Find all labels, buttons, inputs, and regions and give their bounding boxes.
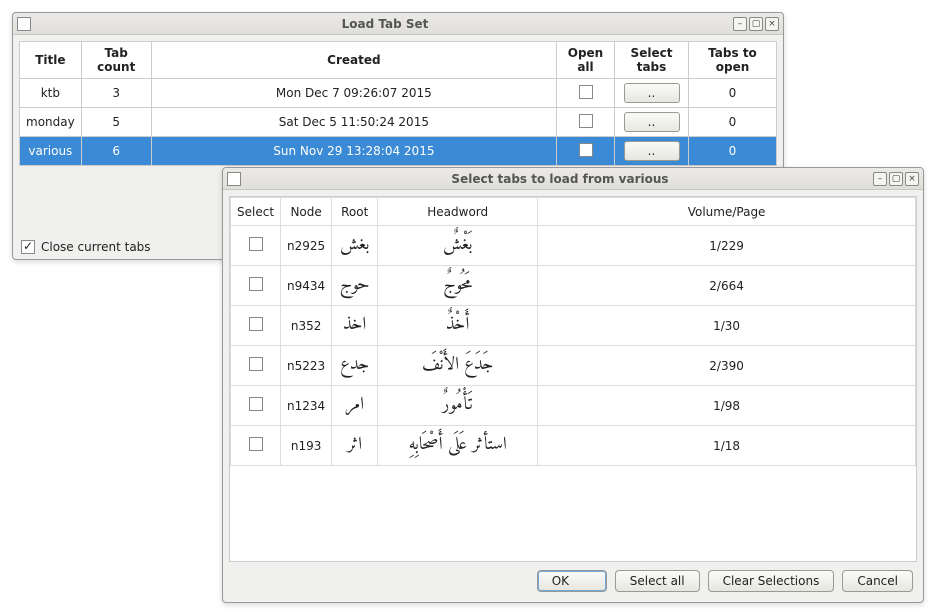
header-title: Title	[20, 42, 82, 79]
cell-node: n5223	[281, 346, 332, 386]
tabs-table: Select Node Root Headword Volume/Page n2…	[230, 197, 916, 466]
select-checkbox[interactable]	[249, 437, 263, 451]
cell-title: monday	[20, 108, 82, 137]
cell-tabs-open: 0	[689, 137, 777, 166]
titlebar: Select tabs to load from various – ▢ ×	[223, 168, 923, 190]
close-tabs-label: Close current tabs	[41, 240, 151, 254]
select-tabs-button[interactable]: ..	[624, 83, 680, 103]
select-checkbox[interactable]	[249, 357, 263, 371]
header-tab-count: Tab count	[81, 42, 151, 79]
cell-node: n193	[281, 426, 332, 466]
cell-node: n1234	[281, 386, 332, 426]
cell-tab-count: 3	[81, 79, 151, 108]
cell-root: اثر	[332, 426, 378, 466]
cell-tabs-open: 0	[689, 79, 777, 108]
header-created: Created	[151, 42, 556, 79]
window-title: Select tabs to load from various	[247, 172, 873, 186]
cell-created: Mon Dec 7 09:26:07 2015	[151, 79, 556, 108]
cell-root: اخذ	[332, 306, 378, 346]
tab-set-table: Title Tab count Created Open all Select …	[19, 41, 777, 166]
cell-root: امر	[332, 386, 378, 426]
table-header-row: Select Node Root Headword Volume/Page	[231, 198, 916, 226]
maximize-button[interactable]: ▢	[749, 17, 763, 31]
clear-button[interactable]: Clear Selections	[708, 570, 835, 592]
cell-headword: جَدَعَ الأَنْفَ	[378, 346, 538, 386]
minimize-button[interactable]: –	[733, 17, 747, 31]
cell-tabs-open: 0	[689, 108, 777, 137]
select-tabs-window: Select tabs to load from various – ▢ × S…	[222, 167, 924, 603]
open-all-checkbox[interactable]	[579, 85, 593, 99]
table-row[interactable]: n2925 بغش بَغْشٌ 1/229	[231, 226, 916, 266]
window-controls: – ▢ ×	[733, 17, 779, 31]
table-row[interactable]: n5223 جدع جَدَعَ الأَنْفَ 2/390	[231, 346, 916, 386]
window-controls: – ▢ ×	[873, 172, 919, 186]
cell-headword: استأثر عَلَى أَصْحَابِهِ	[378, 426, 538, 466]
header-open-all: Open all	[557, 42, 615, 79]
table-row[interactable]: n352 اخذ أَخْذٌ 1/30	[231, 306, 916, 346]
cell-tab-count: 5	[81, 108, 151, 137]
cell-created: Sun Nov 29 13:28:04 2015	[151, 137, 556, 166]
dialog-button-row: OK Select all Clear Selections Cancel	[229, 562, 917, 596]
header-root: Root	[332, 198, 378, 226]
window-title: Load Tab Set	[37, 17, 733, 31]
select-checkbox[interactable]	[249, 237, 263, 251]
open-all-checkbox[interactable]	[579, 143, 593, 157]
cell-root: بغش	[332, 226, 378, 266]
cell-headword: بَغْشٌ	[378, 226, 538, 266]
open-all-checkbox[interactable]	[579, 114, 593, 128]
cell-headword: مَحُوجٌ	[378, 266, 538, 306]
close-tabs-checkbox[interactable]	[21, 240, 35, 254]
cell-node: n352	[281, 306, 332, 346]
cell-headword: أَخْذٌ	[378, 306, 538, 346]
cell-title: various	[20, 137, 82, 166]
titlebar: Load Tab Set – ▢ ×	[13, 13, 783, 35]
cell-volpage: 1/18	[538, 426, 916, 466]
table-row[interactable]: n193 اثر استأثر عَلَى أَصْحَابِهِ 1/18	[231, 426, 916, 466]
header-volpage: Volume/Page	[538, 198, 916, 226]
select-checkbox[interactable]	[249, 397, 263, 411]
cell-title: ktb	[20, 79, 82, 108]
table-row[interactable]: monday 5 Sat Dec 5 11:50:24 2015 .. 0	[20, 108, 777, 137]
cell-created: Sat Dec 5 11:50:24 2015	[151, 108, 556, 137]
header-tabs-open: Tabs to open	[689, 42, 777, 79]
select-checkbox[interactable]	[249, 317, 263, 331]
table-row[interactable]: various 6 Sun Nov 29 13:28:04 2015 .. 0	[20, 137, 777, 166]
cell-volpage: 1/229	[538, 226, 916, 266]
select-checkbox[interactable]	[249, 277, 263, 291]
cell-node: n2925	[281, 226, 332, 266]
cancel-button[interactable]: Cancel	[842, 570, 913, 592]
ok-button[interactable]: OK	[537, 570, 607, 592]
table-row[interactable]: ktb 3 Mon Dec 7 09:26:07 2015 .. 0	[20, 79, 777, 108]
select-tabs-button[interactable]: ..	[624, 141, 680, 161]
cell-volpage: 1/98	[538, 386, 916, 426]
cell-tab-count: 6	[81, 137, 151, 166]
table-row[interactable]: n1234 امر تَأْمُورٌ 1/98	[231, 386, 916, 426]
maximize-button[interactable]: ▢	[889, 172, 903, 186]
cell-root: جدع	[332, 346, 378, 386]
close-button[interactable]: ×	[905, 172, 919, 186]
header-headword: Headword	[378, 198, 538, 226]
cell-volpage: 1/30	[538, 306, 916, 346]
window-icon	[17, 17, 31, 31]
table-header-row: Title Tab count Created Open all Select …	[20, 42, 777, 79]
close-button[interactable]: ×	[765, 17, 779, 31]
table-row[interactable]: n9434 حوج مَحُوجٌ 2/664	[231, 266, 916, 306]
cell-volpage: 2/390	[538, 346, 916, 386]
cell-volpage: 2/664	[538, 266, 916, 306]
cell-headword: تَأْمُورٌ	[378, 386, 538, 426]
minimize-button[interactable]: –	[873, 172, 887, 186]
select-all-button[interactable]: Select all	[615, 570, 700, 592]
header-select: Select	[231, 198, 281, 226]
cell-node: n9434	[281, 266, 332, 306]
cell-root: حوج	[332, 266, 378, 306]
window-icon	[227, 172, 241, 186]
header-node: Node	[281, 198, 332, 226]
header-select-tabs: Select tabs	[615, 42, 689, 79]
select-tabs-button[interactable]: ..	[624, 112, 680, 132]
